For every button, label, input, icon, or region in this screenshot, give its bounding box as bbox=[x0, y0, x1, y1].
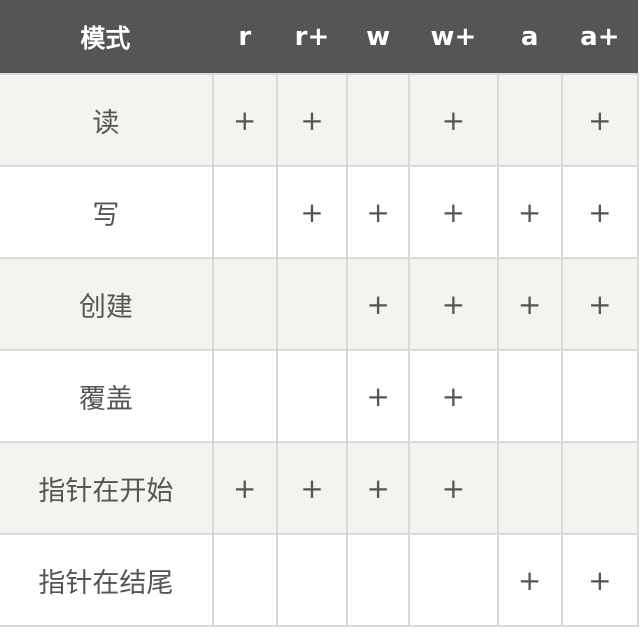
table-cell: + bbox=[275, 165, 349, 259]
row-label: 写 bbox=[0, 165, 214, 259]
table-cell: + bbox=[346, 257, 411, 351]
header-mode-r-plus: r+ bbox=[276, 0, 348, 74]
table-cell bbox=[560, 349, 640, 443]
table-cell: + bbox=[346, 441, 411, 535]
header-mode-r: r bbox=[212, 0, 277, 74]
table-cell: + bbox=[560, 73, 640, 167]
table-cell bbox=[275, 533, 349, 627]
header-mode-w: w bbox=[347, 0, 410, 74]
table-cell bbox=[408, 533, 499, 627]
table-row: 读 + + + + bbox=[0, 73, 640, 167]
table-cell: + bbox=[496, 257, 563, 351]
table-row: 覆盖 + + bbox=[0, 349, 640, 443]
table-cell: + bbox=[496, 165, 563, 259]
table-header: 模式 r r+ w w+ a a+ bbox=[0, 0, 638, 74]
table-body: 读 + + + + 写 + + + + + 创建 + + + + 覆盖 + + … bbox=[0, 73, 640, 627]
header-mode-a-plus: a+ bbox=[561, 0, 638, 74]
table-cell: + bbox=[560, 257, 640, 351]
table-cell: + bbox=[408, 165, 499, 259]
table-cell bbox=[211, 257, 278, 351]
table-cell bbox=[275, 257, 349, 351]
header-mode-w-plus: w+ bbox=[409, 0, 498, 74]
table-cell: + bbox=[211, 441, 278, 535]
table-cell: + bbox=[560, 533, 640, 627]
header-mode-a: a bbox=[497, 0, 562, 74]
row-label: 读 bbox=[0, 73, 214, 167]
table-cell: + bbox=[408, 73, 499, 167]
table-row: 指针在结尾 + + bbox=[0, 533, 640, 627]
table-cell: + bbox=[211, 73, 278, 167]
table-cell bbox=[560, 441, 640, 535]
table-cell bbox=[496, 73, 563, 167]
table-cell bbox=[211, 349, 278, 443]
header-mode-label: 模式 bbox=[0, 0, 213, 74]
row-label: 覆盖 bbox=[0, 349, 214, 443]
table-cell bbox=[275, 349, 349, 443]
file-mode-table: 模式 r r+ w w+ a a+ 读 + + + + 写 + + + + + bbox=[0, 0, 640, 627]
table-cell: + bbox=[560, 165, 640, 259]
table-cell: + bbox=[275, 73, 349, 167]
table-row: 创建 + + + + bbox=[0, 257, 640, 351]
table-cell bbox=[211, 533, 278, 627]
table-row: 指针在开始 + + + + bbox=[0, 441, 640, 535]
table-row: 写 + + + + + bbox=[0, 165, 640, 259]
table-cell bbox=[496, 349, 563, 443]
table-cell: + bbox=[408, 441, 499, 535]
header-row: 模式 r r+ w w+ a a+ bbox=[0, 0, 638, 74]
table-cell: + bbox=[346, 165, 411, 259]
row-label: 指针在结尾 bbox=[0, 533, 214, 627]
table-cell bbox=[211, 165, 278, 259]
table-cell: + bbox=[275, 441, 349, 535]
row-label: 创建 bbox=[0, 257, 214, 351]
table-cell: + bbox=[496, 533, 563, 627]
table-cell: + bbox=[408, 257, 499, 351]
table-cell bbox=[346, 533, 411, 627]
table-cell: + bbox=[346, 349, 411, 443]
table-cell bbox=[496, 441, 563, 535]
table-cell bbox=[346, 73, 411, 167]
row-label: 指针在开始 bbox=[0, 441, 214, 535]
table-cell: + bbox=[408, 349, 499, 443]
